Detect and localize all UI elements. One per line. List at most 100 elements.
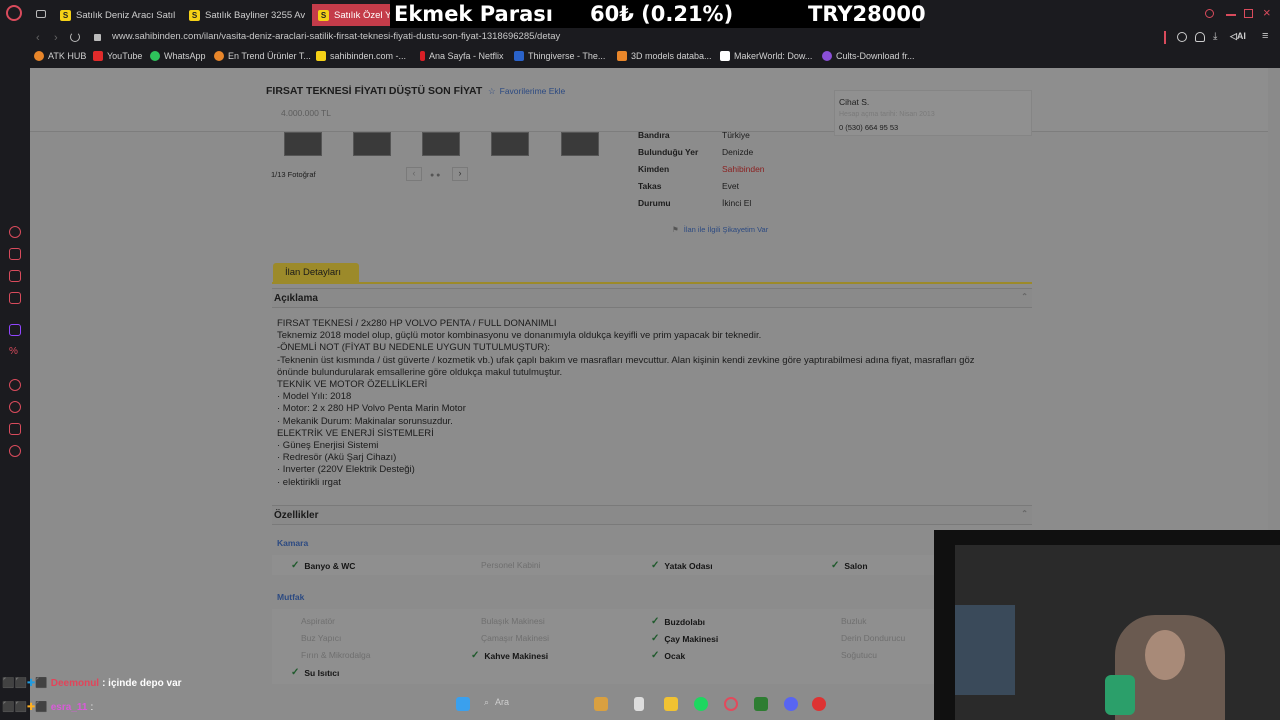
bookmark-makerworld[interactable]: MakerWorld: Dow... [720,51,812,61]
complaint-link[interactable]: ⚑ İlan ile İlgili Şikayetim Var [672,225,768,234]
file-explorer-icon[interactable] [664,697,678,711]
description-line: · Redresör (Akü Şarj Cihazı) [277,452,397,464]
play-icon[interactable] [9,379,21,391]
opera-icon[interactable] [724,697,738,711]
feature-item: ✓ Çay Makinesi [651,633,718,644]
cults-icon [822,51,832,61]
close-icon[interactable]: × [1263,6,1271,19]
menu-icon[interactable]: ≡ [1262,30,1268,42]
app-icon[interactable] [754,697,768,711]
bookmark-thingiverse[interactable]: Thingiverse - The... [514,51,605,61]
bookmark-youtube[interactable]: YouTube [93,51,142,61]
tab-2[interactable]: SSatılık Bayliner 3255 Avant [183,4,305,26]
chat-line: ⬛⬛✚⬛ esra_11 : [2,702,93,713]
3d-models-icon [617,51,627,61]
lock-icon[interactable] [94,34,101,41]
photo-thumbnail[interactable] [491,132,529,156]
profile-icon[interactable] [1195,32,1205,42]
photo-next-button[interactable]: › [452,167,468,181]
photo-thumbnail[interactable] [284,132,322,156]
seller-phone[interactable]: 0 (530) 664 95 53 [839,123,898,132]
bookmark-atk-hub[interactable]: ATK HUB [34,51,86,61]
maximize-icon[interactable] [1244,9,1253,18]
feature-group-kamara: Kamara [277,538,309,548]
reload-icon[interactable] [70,32,80,42]
bookmark-cults[interactable]: Cults-Download fr... [822,51,915,61]
listing-title: FIRSAT TEKNESİ FİYATI DÜŞTÜ SON FİYAT [266,85,483,97]
cube-icon[interactable] [9,423,21,435]
sahibinden-icon: S [60,9,71,21]
photo-thumbnail[interactable] [561,132,599,156]
detail-key: Durumu [638,198,671,208]
whatsapp-icon [150,51,160,61]
feature-label: Çay Makinesi [664,633,719,644]
back-icon[interactable]: ‹ [36,32,40,44]
photo-prev-button[interactable]: ‹ [406,167,422,181]
feature-label: Aspiratör [301,616,336,626]
collapse-icon[interactable]: ⌃ [1021,292,1028,301]
collapse-icon[interactable]: ⌃ [1021,509,1028,518]
percent-icon[interactable]: % [9,346,21,358]
tab-listing-details[interactable]: İlan Detayları [273,263,359,283]
description-line: · elektirikli ırgat [277,476,341,488]
share-icon[interactable] [1177,32,1187,42]
feature-item: ✓ Su Isıtıcı [291,667,339,678]
taskbar-search[interactable]: ⌕ Ara [484,697,509,708]
photo-thumbnail[interactable] [353,132,391,156]
task-view-icon[interactable] [634,697,644,711]
detail-value: Evet [722,181,740,191]
bookmark-3d-models[interactable]: 3D models databa... [617,51,712,61]
twitch-icon[interactable] [9,324,21,336]
netflix-icon [420,51,425,61]
windows-start-icon[interactable] [456,697,470,711]
feature-item: ✓ Salon [831,560,868,571]
add-favorite-button[interactable]: ☆ Favorilerime Ekle [488,86,565,97]
feature-item: Buz Yapıcı [301,633,341,643]
chat-message: : [90,702,94,713]
ai-icon[interactable]: ◁AI [1230,31,1246,42]
pc-case-lights [955,605,1015,695]
photo-pager-dots: ● ● [430,172,441,179]
check-icon: ✓ [651,633,660,644]
feature-label: Ocak [664,650,686,661]
messenger-icon[interactable] [9,292,21,304]
photo-thumbnail[interactable] [422,132,460,156]
search-icon[interactable] [1205,9,1214,18]
search-icon: ⌕ [484,697,490,707]
tab-overview-icon[interactable] [36,10,46,18]
feature-label: Salon [844,560,868,571]
listing-price: 4.000.000 TL [281,108,331,118]
browser-logo-icon[interactable] [6,5,22,21]
feature-label: Soğutucu [841,650,877,660]
bookmark-whatsapp[interactable]: WhatsApp [150,51,206,61]
feature-item: ✓ Banyo & WC [291,560,355,571]
tab-3-active[interactable]: SSatılık Özel Yap [312,4,392,26]
detail-value: İkinci El [722,198,752,208]
atk-hub-icon [34,51,44,61]
bookmark-en-trend[interactable]: En Trend Ürünler T... [214,51,311,61]
tab-1[interactable]: SSatılık Deniz Aracı Satılık Ilan [54,4,176,26]
games-icon[interactable] [9,270,21,282]
description-line: ELEKTRİK VE ENERJİ SİSTEMLERİ [277,427,434,439]
bookmark-sahibinden[interactable]: sahibinden.com -... [316,51,406,61]
history-icon[interactable] [9,226,21,238]
feature-label: Su Isıtıcı [304,667,340,678]
minimize-icon[interactable] [1226,14,1236,16]
feature-item: ✓ Kahve Makinesi [471,650,548,661]
discord-icon[interactable] [784,697,798,711]
description-line: TEKNİK VE MOTOR ÖZELLİKLERİ [277,379,428,391]
sidebar-toggle-icon[interactable] [1164,31,1166,44]
bag-icon[interactable] [9,248,21,260]
spotify-icon[interactable] [694,697,708,711]
forward-icon[interactable]: › [54,32,58,44]
sahibinden-icon: S [189,9,200,21]
bookmark-netflix[interactable]: Ana Sayfa - Netflix [420,51,504,61]
check-icon: ✓ [651,560,660,571]
url-field[interactable]: www.sahibinden.com/ilan/vasita-deniz-ara… [112,31,560,42]
features-heading: Özellikler ⌃ [272,505,1032,525]
settings-icon[interactable] [9,445,21,457]
widgets-icon[interactable] [594,697,608,711]
download-icon[interactable]: ⤓ [1213,31,1217,42]
app-icon[interactable] [812,697,826,711]
clock-icon[interactable] [9,401,21,413]
